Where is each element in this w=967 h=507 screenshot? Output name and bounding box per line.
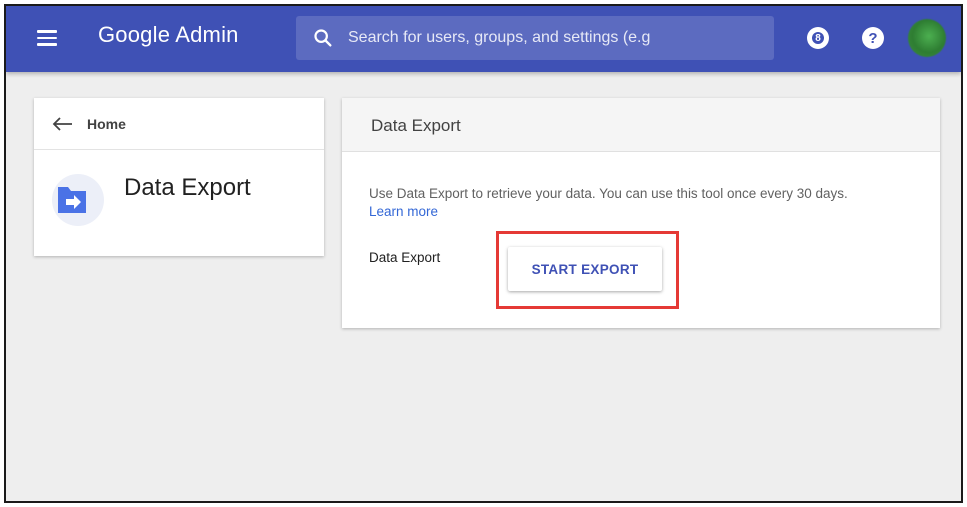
card-title: Data Export: [371, 116, 461, 135]
page-info-card: Home Data Export: [34, 98, 324, 256]
page-title: Data Export: [124, 174, 251, 201]
screenshot-frame: Google Admin 8 ? Home: [4, 4, 963, 503]
data-export-label: Data Export: [369, 250, 441, 265]
arrow-left-icon[interactable]: [52, 116, 74, 132]
data-export-card: Data Export Use Data Export to retrieve …: [342, 98, 940, 328]
breadcrumb-home-link[interactable]: Home: [87, 116, 126, 132]
breadcrumb: Home: [34, 98, 324, 150]
learn-more-link[interactable]: Learn more: [369, 204, 438, 219]
search-bar[interactable]: [296, 16, 774, 60]
description-text: Use Data Export to retrieve your data. Y…: [369, 186, 848, 201]
start-export-button[interactable]: START EXPORT: [508, 247, 662, 291]
search-icon: [314, 29, 332, 47]
app-logo[interactable]: Google Admin: [98, 22, 239, 48]
card-header: Data Export: [342, 98, 940, 152]
notifications-icon[interactable]: 8: [807, 27, 829, 49]
search-input[interactable]: [348, 16, 758, 60]
hamburger-menu-icon[interactable]: [36, 27, 58, 49]
notification-count: 8: [815, 32, 821, 44]
help-icon[interactable]: ?: [862, 27, 884, 49]
avatar[interactable]: [908, 19, 946, 57]
folder-export-icon: [52, 174, 104, 226]
top-app-bar: Google Admin 8 ?: [6, 6, 961, 72]
